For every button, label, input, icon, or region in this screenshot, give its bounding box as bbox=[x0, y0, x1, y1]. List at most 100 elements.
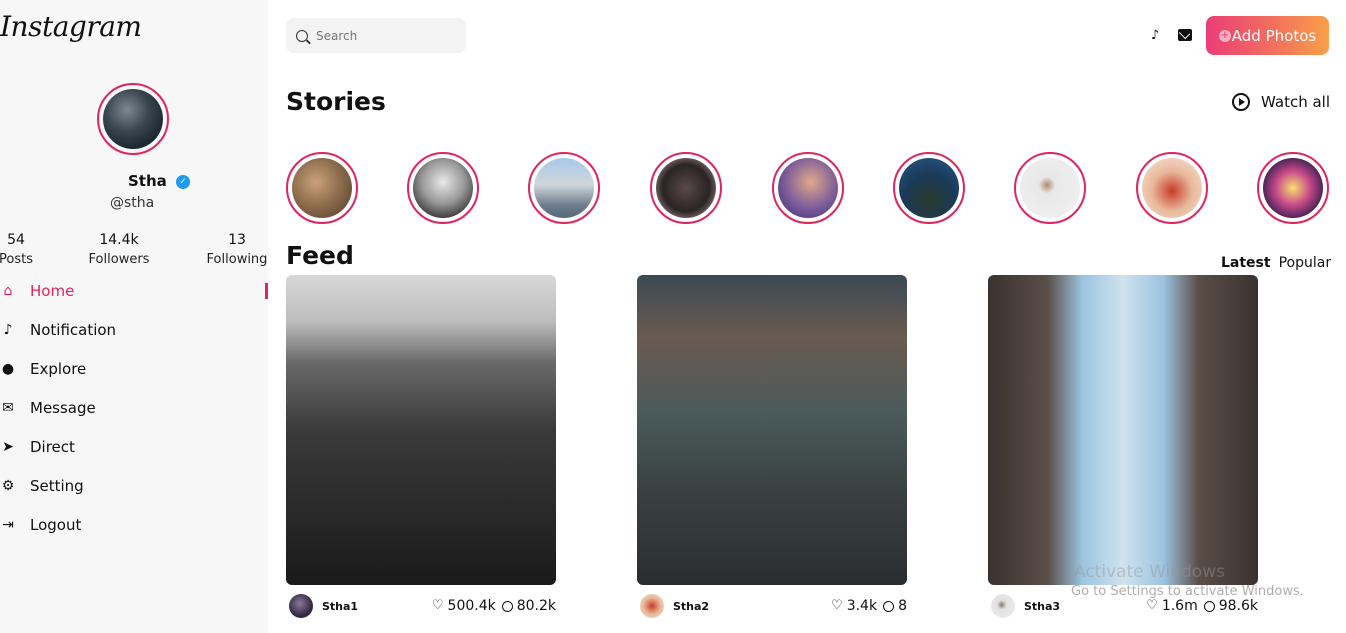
sidebar-item-logout[interactable]: ⇥ Logout bbox=[0, 513, 81, 537]
post-image[interactable] bbox=[637, 275, 907, 585]
sidebar-item-label: Setting bbox=[30, 477, 84, 495]
home-icon: ⌂ bbox=[3, 283, 13, 299]
stat-label: Followers bbox=[88, 252, 150, 267]
story-item[interactable] bbox=[1257, 152, 1329, 224]
sidebar-item-label: Direct bbox=[30, 438, 75, 456]
story-item[interactable] bbox=[893, 152, 965, 224]
sidebar-item-message[interactable]: ✉ Message bbox=[0, 396, 96, 420]
comment-count: 8 bbox=[898, 598, 907, 614]
heart-icon[interactable]: ♡ bbox=[1146, 599, 1158, 613]
mail-icon: ✉ bbox=[2, 400, 14, 416]
sidebar-item-notification[interactable]: ♪ Notification bbox=[0, 318, 117, 342]
watch-all-button[interactable]: Watch all bbox=[1232, 93, 1330, 111]
sidebar: Instagram Stha ✓ @stha 54 Posts 14.4k Fo… bbox=[0, 0, 268, 633]
plus-icon: + bbox=[1218, 29, 1231, 42]
post-stats: ♡ 3.4k 8 bbox=[831, 598, 907, 614]
watermark-title: Activate Windows bbox=[1074, 562, 1225, 582]
story-item[interactable] bbox=[772, 152, 844, 224]
sidebar-item-label: Explore bbox=[30, 360, 87, 378]
story-item[interactable] bbox=[1014, 152, 1086, 224]
post-image[interactable] bbox=[988, 275, 1258, 585]
post-avatar[interactable] bbox=[289, 594, 313, 618]
play-icon bbox=[1232, 93, 1250, 111]
stat-value: 14.4k bbox=[99, 232, 139, 248]
story-item[interactable] bbox=[528, 152, 600, 224]
tab-popular[interactable]: Popular bbox=[1279, 255, 1332, 271]
comment-count: 80.2k bbox=[516, 598, 556, 614]
send-icon: ➤ bbox=[2, 439, 14, 455]
post-stats: ♡ 1.6m 98.6k bbox=[1146, 598, 1258, 614]
sidebar-item-setting[interactable]: ⚙ Setting bbox=[0, 474, 84, 498]
post-image[interactable] bbox=[286, 275, 556, 585]
verified-icon: ✓ bbox=[176, 175, 190, 189]
story-item[interactable] bbox=[650, 152, 722, 224]
sidebar-item-label: Home bbox=[30, 282, 75, 300]
like-count: 1.6m bbox=[1161, 598, 1198, 614]
stat-followers[interactable]: 14.4k Followers bbox=[84, 232, 154, 267]
bell-icon: ♪ bbox=[3, 322, 13, 338]
compass-icon: ● bbox=[1, 361, 15, 377]
post-username[interactable]: Stha3 bbox=[1024, 600, 1060, 613]
instagram-logo[interactable]: Instagram bbox=[0, 10, 142, 43]
search-bar[interactable] bbox=[286, 18, 466, 53]
add-photos-label: Add Photos bbox=[1231, 26, 1317, 45]
comment-icon[interactable] bbox=[1203, 600, 1215, 612]
story-image bbox=[1142, 158, 1202, 218]
profile-avatar[interactable] bbox=[97, 83, 169, 155]
feed-tabs: Latest Popular bbox=[1221, 255, 1331, 271]
sidebar-item-explore[interactable]: ● Explore bbox=[0, 357, 86, 381]
story-item[interactable] bbox=[286, 152, 358, 224]
stories-title: Stories bbox=[286, 87, 386, 116]
post-avatar[interactable] bbox=[640, 594, 664, 618]
story-item[interactable] bbox=[407, 152, 479, 224]
watermark-subtitle: Go to Settings to activate Windows. bbox=[1071, 584, 1304, 599]
like-count: 500.4k bbox=[447, 598, 496, 614]
story-image bbox=[778, 158, 838, 218]
sidebar-item-label: Message bbox=[30, 399, 96, 417]
message-mail-icon[interactable] bbox=[1178, 29, 1192, 41]
sidebar-item-direct[interactable]: ➤ Direct bbox=[0, 435, 75, 459]
sidebar-item-label: Notification bbox=[30, 321, 117, 339]
activation-watermark: Activate Windows Go to Settings to activ… bbox=[1071, 562, 1304, 599]
story-image bbox=[413, 158, 473, 218]
stat-label: Following bbox=[206, 252, 268, 267]
stat-label: Posts bbox=[0, 252, 33, 267]
heart-icon[interactable]: ♡ bbox=[432, 599, 444, 613]
add-photos-button[interactable]: + Add Photos bbox=[1206, 16, 1329, 55]
avatar-image bbox=[103, 89, 163, 149]
comment-icon[interactable] bbox=[501, 600, 513, 612]
post-avatar[interactable] bbox=[991, 594, 1015, 618]
stat-value: 13 bbox=[228, 232, 246, 248]
active-indicator bbox=[265, 283, 268, 299]
stat-following[interactable]: 13 Following bbox=[202, 232, 272, 267]
post-meta: Stha2 ♡ 3.4k 8 bbox=[637, 594, 907, 618]
comment-count: 98.6k bbox=[1218, 598, 1258, 614]
profile-handle: @stha bbox=[110, 195, 155, 211]
search-input[interactable] bbox=[316, 28, 456, 43]
stat-posts[interactable]: 54 Posts bbox=[0, 232, 44, 267]
stat-value: 54 bbox=[7, 232, 25, 248]
search-icon bbox=[296, 29, 308, 42]
post-username[interactable]: Stha1 bbox=[322, 600, 358, 613]
sidebar-item-label: Logout bbox=[30, 516, 82, 534]
story-image bbox=[534, 158, 594, 218]
logout-icon: ⇥ bbox=[2, 517, 14, 533]
story-image bbox=[292, 158, 352, 218]
story-image bbox=[899, 158, 959, 218]
post-stats: ♡ 500.4k 80.2k bbox=[432, 598, 556, 614]
feed-title: Feed bbox=[286, 241, 354, 270]
story-image bbox=[1263, 158, 1323, 218]
notification-bell-icon[interactable]: ♪ bbox=[1148, 28, 1162, 44]
story-image bbox=[656, 158, 716, 218]
story-image bbox=[1020, 158, 1080, 218]
gear-icon: ⚙ bbox=[1, 478, 15, 494]
heart-icon[interactable]: ♡ bbox=[831, 599, 843, 613]
sidebar-item-home[interactable]: ⌂ Home bbox=[0, 279, 75, 303]
tab-latest[interactable]: Latest bbox=[1221, 255, 1271, 271]
post-username[interactable]: Stha2 bbox=[673, 600, 709, 613]
profile-name: Stha bbox=[128, 172, 167, 190]
comment-icon[interactable] bbox=[883, 600, 895, 612]
watch-all-label: Watch all bbox=[1261, 93, 1330, 111]
like-count: 3.4k bbox=[846, 598, 878, 614]
story-item[interactable] bbox=[1136, 152, 1208, 224]
